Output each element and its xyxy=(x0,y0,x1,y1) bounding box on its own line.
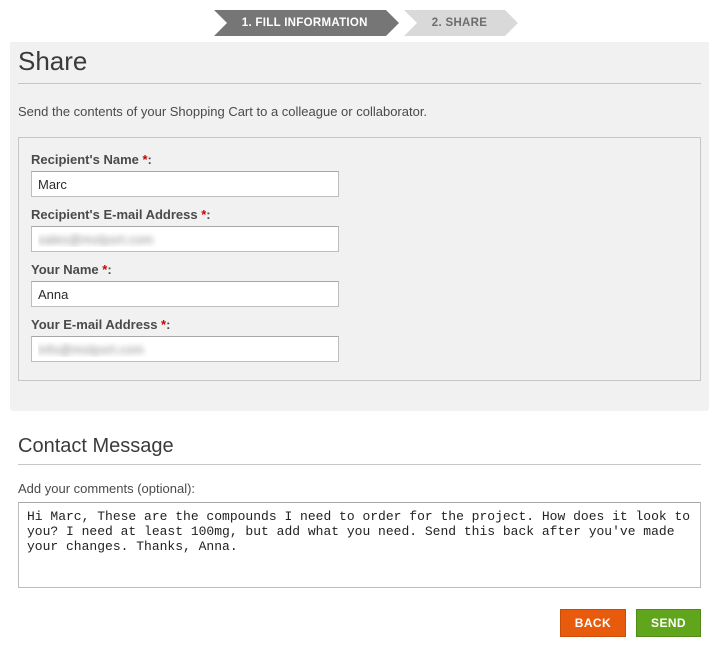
label-your-name: Your Name *: xyxy=(31,262,688,277)
intro-text: Send the contents of your Shopping Cart … xyxy=(18,104,701,119)
field-recipient-name: Recipient's Name *: xyxy=(31,152,688,197)
field-your-name: Your Name *: xyxy=(31,262,688,307)
contact-message-section: Contact Message Add your comments (optio… xyxy=(10,435,709,593)
contact-message-hint: Add your comments (optional): xyxy=(18,481,701,496)
contact-message-title: Contact Message xyxy=(18,435,701,465)
your-name-input[interactable] xyxy=(31,281,339,307)
step-share: 2. SHARE xyxy=(404,10,505,36)
field-your-email: Your E-mail Address *: xyxy=(31,317,688,362)
label-recipient-name: Recipient's Name *: xyxy=(31,152,688,167)
progress-steps: 1. FILL INFORMATION 2. SHARE xyxy=(10,10,709,36)
recipient-email-input[interactable] xyxy=(31,226,339,252)
contact-message-textarea[interactable] xyxy=(18,502,701,588)
page-title: Share xyxy=(18,46,701,84)
form-actions: BACK SEND xyxy=(10,593,709,637)
step-fill-information: 1. FILL INFORMATION xyxy=(214,10,386,36)
send-button[interactable]: SEND xyxy=(636,609,701,637)
field-recipient-email: Recipient's E-mail Address *: xyxy=(31,207,688,252)
recipient-name-input[interactable] xyxy=(31,171,339,197)
your-email-input[interactable] xyxy=(31,336,339,362)
share-header-block: Share Send the contents of your Shopping… xyxy=(10,42,709,411)
back-button[interactable]: BACK xyxy=(560,609,626,637)
label-recipient-email: Recipient's E-mail Address *: xyxy=(31,207,688,222)
label-your-email: Your E-mail Address *: xyxy=(31,317,688,332)
recipient-form-panel: Recipient's Name *: Recipient's E-mail A… xyxy=(18,137,701,381)
